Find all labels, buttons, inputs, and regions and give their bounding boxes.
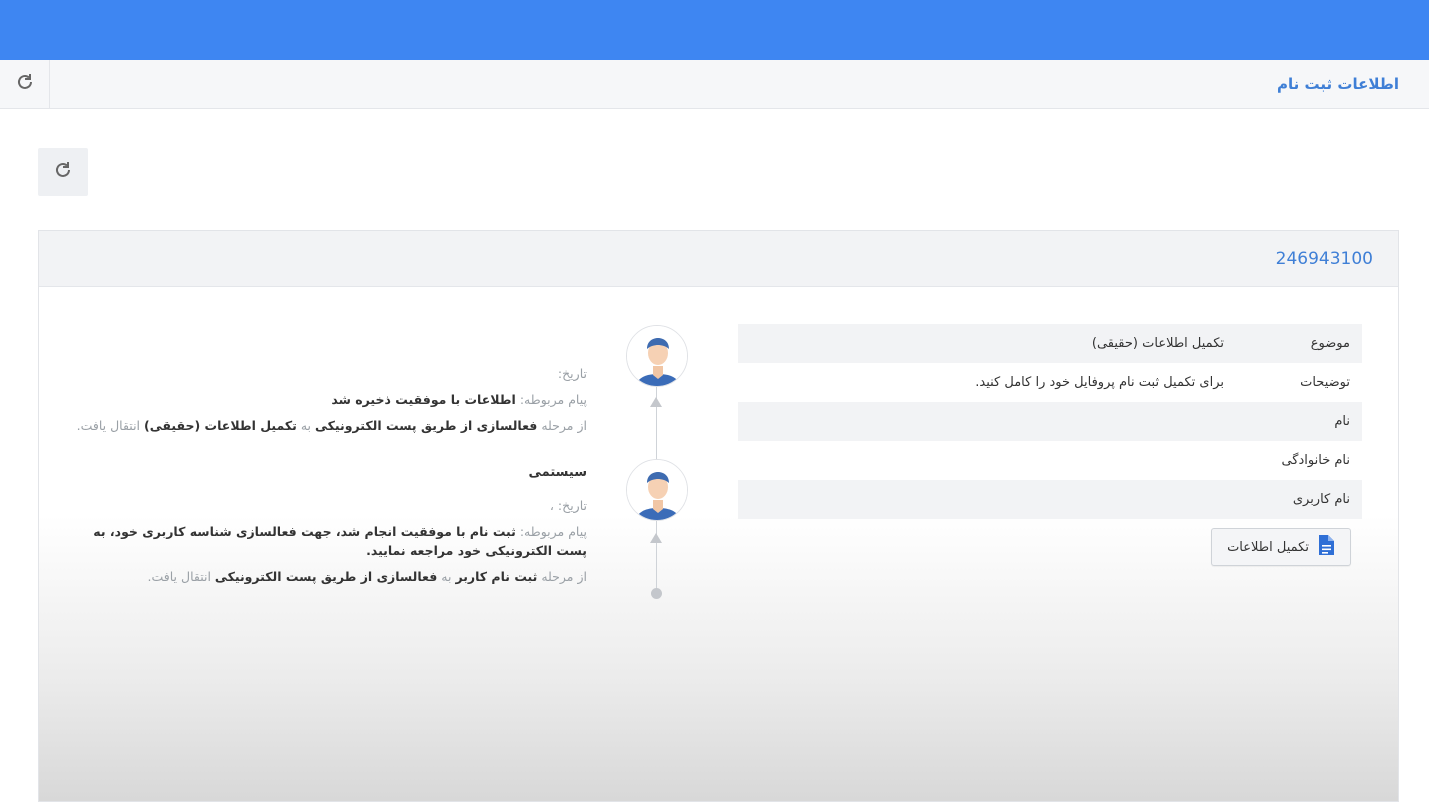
info-label: توضیحات <box>1300 375 1350 390</box>
refresh-button[interactable] <box>38 148 88 196</box>
entry-date: تاریخ: <box>557 366 587 381</box>
panel-header: 246943100 <box>39 231 1398 287</box>
complete-info-label: تکمیل اطلاعات <box>1227 539 1309 555</box>
top-bar <box>0 0 1429 60</box>
timeline-end-dot <box>651 588 662 599</box>
info-row-last-name: نام خانوادگی <box>738 441 1362 480</box>
info-table: موضوع تکمیل اطلاعات (حقیقی) توضیحات برای… <box>738 324 1362 519</box>
info-row-subject: موضوع تکمیل اطلاعات (حقیقی) <box>738 324 1362 363</box>
timeline-arrow <box>650 533 662 543</box>
entry-sender: سیستمی <box>528 465 588 480</box>
avatar <box>626 459 688 521</box>
info-value: تکمیل اطلاعات (حقیقی) <box>1091 336 1224 351</box>
info-label: موضوع <box>1310 336 1350 351</box>
info-row-username: نام کاربری <box>738 480 1362 519</box>
entry-stage: از مرحله ثبت نام کاربر به فعالسازی از طر… <box>147 569 587 584</box>
info-label: نام <box>1334 414 1350 429</box>
entry-message: پیام مربوطه: ثبت نام با موفقیت انجام شد،… <box>93 524 587 558</box>
document-icon <box>1317 534 1335 560</box>
timeline-entry: سیستمی تاریخ: ، پیام مربوطه: ثبت نام با … <box>67 463 587 593</box>
header-refresh-button[interactable] <box>0 60 50 108</box>
info-label: نام خانوادگی <box>1281 453 1350 468</box>
info-row-description: توضیحات برای تکمیل ثبت نام پروفایل خود ر… <box>738 363 1362 402</box>
complete-info-button[interactable]: تکمیل اطلاعات <box>1211 528 1351 566</box>
info-label: نام کاربری <box>1292 492 1350 507</box>
timeline-arrow <box>650 397 662 407</box>
refresh-icon <box>15 72 35 96</box>
header-bar: اطلاعات ثبت نام <box>0 60 1429 109</box>
timeline-entry: تاریخ: پیام مربوطه: اطلاعات با موفقیت ذخ… <box>67 364 587 442</box>
page-title: اطلاعات ثبت نام <box>1277 75 1399 93</box>
registration-panel: 246943100 موضوع تکمیل اطلاعات (حقیقی) تو… <box>38 230 1399 802</box>
refresh-icon <box>53 160 73 184</box>
info-value: برای تکمیل ثبت نام پروفایل خود را کامل ک… <box>975 375 1224 390</box>
registration-id: 246943100 <box>1275 249 1373 269</box>
entry-stage: از مرحله فعالسازی از طریق پست الکترونیکی… <box>76 418 587 433</box>
info-row-first-name: نام <box>738 402 1362 441</box>
entry-message: پیام مربوطه: اطلاعات با موفقیت ذخیره شد <box>331 392 587 407</box>
avatar <box>626 325 688 387</box>
entry-date: تاریخ: ، <box>549 498 587 513</box>
